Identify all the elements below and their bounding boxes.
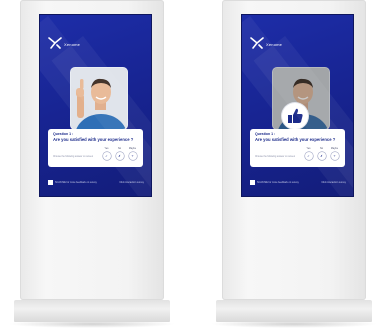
qr-code-icon[interactable] [250,180,255,185]
kiosk-base [14,300,170,322]
answer-yes-button[interactable]: ✓ [304,152,313,160]
kiosk-base [216,300,372,322]
answer-hint: Choose the following answer on screen [53,156,94,158]
answer-yes-button[interactable]: ✓ [102,152,111,160]
scan-me-area[interactable]: SCAN ME for more feedback on survey [250,180,299,185]
answer-no-button[interactable]: ✗ [115,152,124,160]
answer-no[interactable]: No ✗ [316,147,327,160]
scan-me-text: SCAN ME for more feedback on survey [55,181,97,184]
answer-no[interactable]: No ✗ [114,147,125,160]
answer-label: Yes [104,147,109,150]
answer-group: Yes ✓ No ✗ Maybe ? [303,147,342,160]
answer-no-button[interactable]: ✗ [317,152,326,160]
question-text: Are you satisfied with your experience ? [53,137,134,142]
answer-maybe[interactable]: Maybe ? [127,147,138,160]
question-label: Question 1 : [53,132,74,136]
answer-label: No [319,147,324,150]
answer-yes[interactable]: Yes ✓ [303,147,314,160]
answer-hint: Choose the following answer on screen [255,156,296,158]
answer-group: Yes ✓ No ✗ Maybe ? [101,147,140,160]
answer-maybe-button[interactable]: ? [128,152,137,160]
scan-me-text: SCAN ME for more feedback on survey [257,181,299,184]
scan-me-area[interactable]: SCAN ME for more feedback on survey [48,180,97,185]
kiosk-screen: Xenome Question 1 : Are you satisfied wi… [242,15,353,196]
answer-maybe[interactable]: Maybe ? [329,147,340,160]
survey-footer-note: Click interaction survey [119,181,144,184]
brand-name: Xenome [266,42,283,47]
answer-label: No [117,147,122,150]
kiosk-right: Xenome Question 1 : Are you satisfied wi… [210,0,378,334]
answer-label: Maybe [330,147,339,150]
answer-maybe-button[interactable]: ? [330,152,339,160]
brand-name: Xenome [64,42,81,47]
question-text: Are you satisfied with your experience ? [255,137,336,142]
survey-card: Question 1 : Are you satisfied with your… [48,129,143,167]
survey-footer-note: Click interaction survey [321,181,346,184]
answer-yes[interactable]: Yes ✓ [101,147,112,160]
user-photo [71,68,127,129]
brand-logo: Xenome [48,37,80,49]
brand-x-icon [250,37,264,49]
brand-x-icon [48,37,62,49]
thumbs-up-icon [282,103,308,129]
answer-label: Yes [306,147,311,150]
brand-logo: Xenome [250,37,282,49]
kiosk-screen: Xenome Question 1 : Are you satisfied wi… [40,15,151,196]
question-label: Question 1 : [255,132,276,136]
answer-label: Maybe [128,147,137,150]
kiosk-left: Xenome Question 1 : Are you satisfied wi… [8,0,176,334]
qr-code-icon[interactable] [48,180,53,185]
survey-card: Question 1 : Are you satisfied with your… [250,129,345,167]
